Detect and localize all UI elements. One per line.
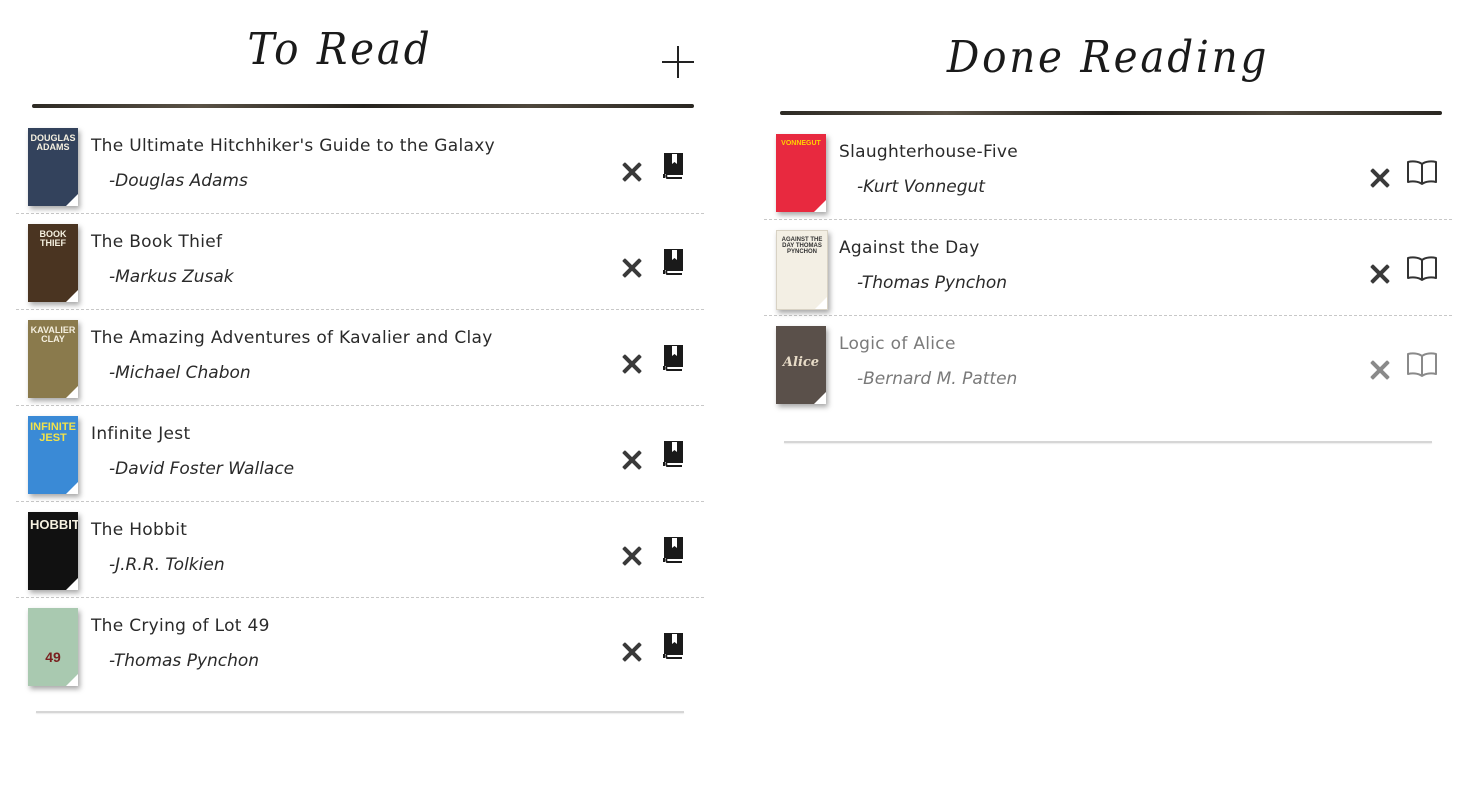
book-item: 49 The Crying of Lot 49 -Thomas Pynchon (16, 598, 704, 693)
done-reading-title: Done Reading (946, 32, 1270, 83)
header-divider (32, 104, 694, 108)
book-cover: Alice (776, 326, 826, 404)
book-cover-text: 49 (45, 649, 61, 665)
book-item: VONNEGUT Slaughterhouse-Five -Kurt Vonne… (764, 124, 1452, 220)
close-icon[interactable] (1370, 168, 1390, 188)
done-reading-header: Done Reading (764, 0, 1452, 118)
book-cover: VONNEGUT (776, 134, 826, 212)
book-cover-text: DOUGLAS ADAMS (30, 133, 76, 152)
book-item: Alice Logic of Alice -Bernard M. Patten (764, 316, 1452, 411)
bookmark-icon[interactable] (658, 536, 688, 564)
to-read-list: DOUGLAS ADAMS The Ultimate Hitchhiker's … (16, 118, 704, 693)
book-author: -Kurt Vonnegut (857, 177, 985, 197)
book-cover-text: VONNEGUT (781, 140, 821, 147)
book-title: The Amazing Adventures of Kavalier and C… (91, 328, 493, 348)
book-cover-text: INFINITE JEST (30, 421, 76, 444)
bookmark-icon[interactable] (658, 440, 688, 468)
close-icon[interactable] (622, 162, 642, 182)
book-title: The Ultimate Hitchhiker's Guide to the G… (91, 136, 495, 156)
book-title: The Hobbit (91, 520, 188, 540)
book-author: -Bernard M. Patten (857, 369, 1018, 389)
book-title: Slaughterhouse-Five (839, 142, 1018, 162)
book-cover: HOBBIT (28, 512, 78, 590)
bookmark-icon[interactable] (658, 248, 688, 276)
book-item: KAVALIER CLAY The Amazing Adventures of … (16, 310, 704, 406)
book-cover: DOUGLAS ADAMS (28, 128, 78, 206)
close-icon[interactable] (622, 354, 642, 374)
open-book-icon[interactable] (1406, 254, 1437, 282)
book-title: Against the Day (839, 238, 980, 258)
book-author: -Michael Chabon (109, 363, 251, 383)
list-footer-divider (36, 711, 684, 713)
close-icon[interactable] (622, 258, 642, 278)
book-item: AGAINST THE DAY THOMAS PYNCHON Against t… (764, 220, 1452, 316)
book-cover-text: AGAINST THE DAY THOMAS PYNCHON (781, 237, 823, 255)
book-cover: AGAINST THE DAY THOMAS PYNCHON (776, 230, 828, 310)
bookmark-icon[interactable] (658, 344, 688, 372)
close-icon[interactable] (1370, 360, 1390, 380)
book-cover-text: BOOK THIEF (39, 229, 67, 248)
open-book-icon[interactable] (1406, 350, 1437, 378)
book-cover-text: Alice (782, 355, 820, 370)
bookmark-icon[interactable] (658, 632, 688, 660)
header-divider (780, 111, 1442, 115)
book-author: -Thomas Pynchon (857, 273, 1008, 293)
book-author: -David Foster Wallace (109, 459, 295, 479)
close-icon[interactable] (1370, 264, 1390, 284)
to-read-header: To Read (16, 0, 704, 118)
book-title: The Crying of Lot 49 (91, 616, 270, 636)
close-icon[interactable] (622, 546, 642, 566)
book-cover: BOOK THIEF (28, 224, 78, 302)
to-read-title: To Read (247, 24, 433, 75)
book-title: Logic of Alice (839, 334, 956, 354)
book-title: Infinite Jest (91, 424, 191, 444)
list-footer-divider (784, 441, 1432, 443)
open-book-icon[interactable] (1406, 158, 1437, 186)
to-read-column: To Read DOUGLAS ADAMS The Ultimate Hitch… (16, 0, 704, 713)
book-title: The Book Thief (91, 232, 223, 252)
book-item: BOOK THIEF The Book Thief -Markus Zusak (16, 214, 704, 310)
book-cover: KAVALIER CLAY (28, 320, 78, 398)
done-reading-column: Done Reading VONNEGUT Slaughterhouse-Fiv… (764, 0, 1452, 443)
close-icon[interactable] (622, 450, 642, 470)
done-reading-list: VONNEGUT Slaughterhouse-Five -Kurt Vonne… (764, 124, 1452, 411)
book-cover-text: HOBBIT (30, 517, 78, 532)
book-cover: 49 (28, 608, 78, 686)
book-cover: INFINITE JEST (28, 416, 78, 494)
book-item: HOBBIT The Hobbit -J.R.R. Tolkien (16, 502, 704, 598)
bookmark-icon[interactable] (658, 152, 688, 180)
book-item: DOUGLAS ADAMS The Ultimate Hitchhiker's … (16, 118, 704, 214)
book-author: -J.R.R. Tolkien (109, 555, 225, 575)
book-cover-text: KAVALIER CLAY (30, 325, 76, 344)
book-author: -Douglas Adams (109, 171, 248, 191)
book-author: -Markus Zusak (109, 267, 234, 287)
plus-icon[interactable] (662, 46, 694, 78)
book-item: INFINITE JEST Infinite Jest -David Foste… (16, 406, 704, 502)
book-author: -Thomas Pynchon (109, 651, 260, 671)
close-icon[interactable] (622, 642, 642, 662)
